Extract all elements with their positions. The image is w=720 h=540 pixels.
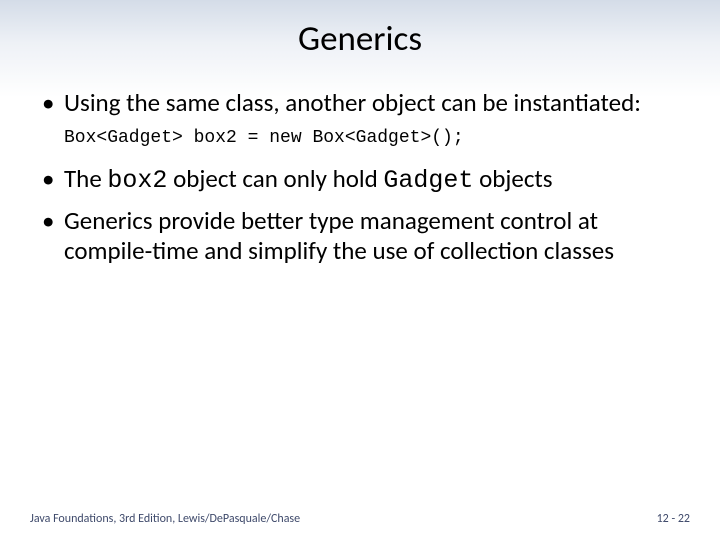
bullet-2-text-mid: object can only hold (167, 163, 383, 194)
bullet-2-text-pre: The (64, 163, 107, 194)
bullet-item-1: Using the same class, another object can… (40, 88, 690, 118)
slide-container: Generics Using the same class, another o… (0, 0, 720, 540)
bullet-2-code-2: Gadget (383, 166, 473, 195)
code-snippet-1: Box<Gadget> box2 = new Box<Gadget>(); (30, 128, 690, 148)
bullet-list: Using the same class, another object can… (30, 88, 690, 118)
bullet-item-2: The box2 object can only hold Gadget obj… (40, 164, 690, 196)
footer-source: Java Foundations, 3rd Edition, Lewis/DeP… (30, 512, 300, 526)
slide-footer: Java Foundations, 3rd Edition, Lewis/DeP… (30, 512, 690, 526)
bullet-list-2: The box2 object can only hold Gadget obj… (30, 164, 690, 266)
slide-title: Generics (30, 18, 690, 60)
bullet-2-text-post: objects (473, 163, 552, 194)
bullet-item-3: Generics provide better type management … (40, 206, 690, 266)
footer-page-number: 12 - 22 (657, 512, 690, 526)
bullet-2-code-1: box2 (107, 166, 167, 195)
